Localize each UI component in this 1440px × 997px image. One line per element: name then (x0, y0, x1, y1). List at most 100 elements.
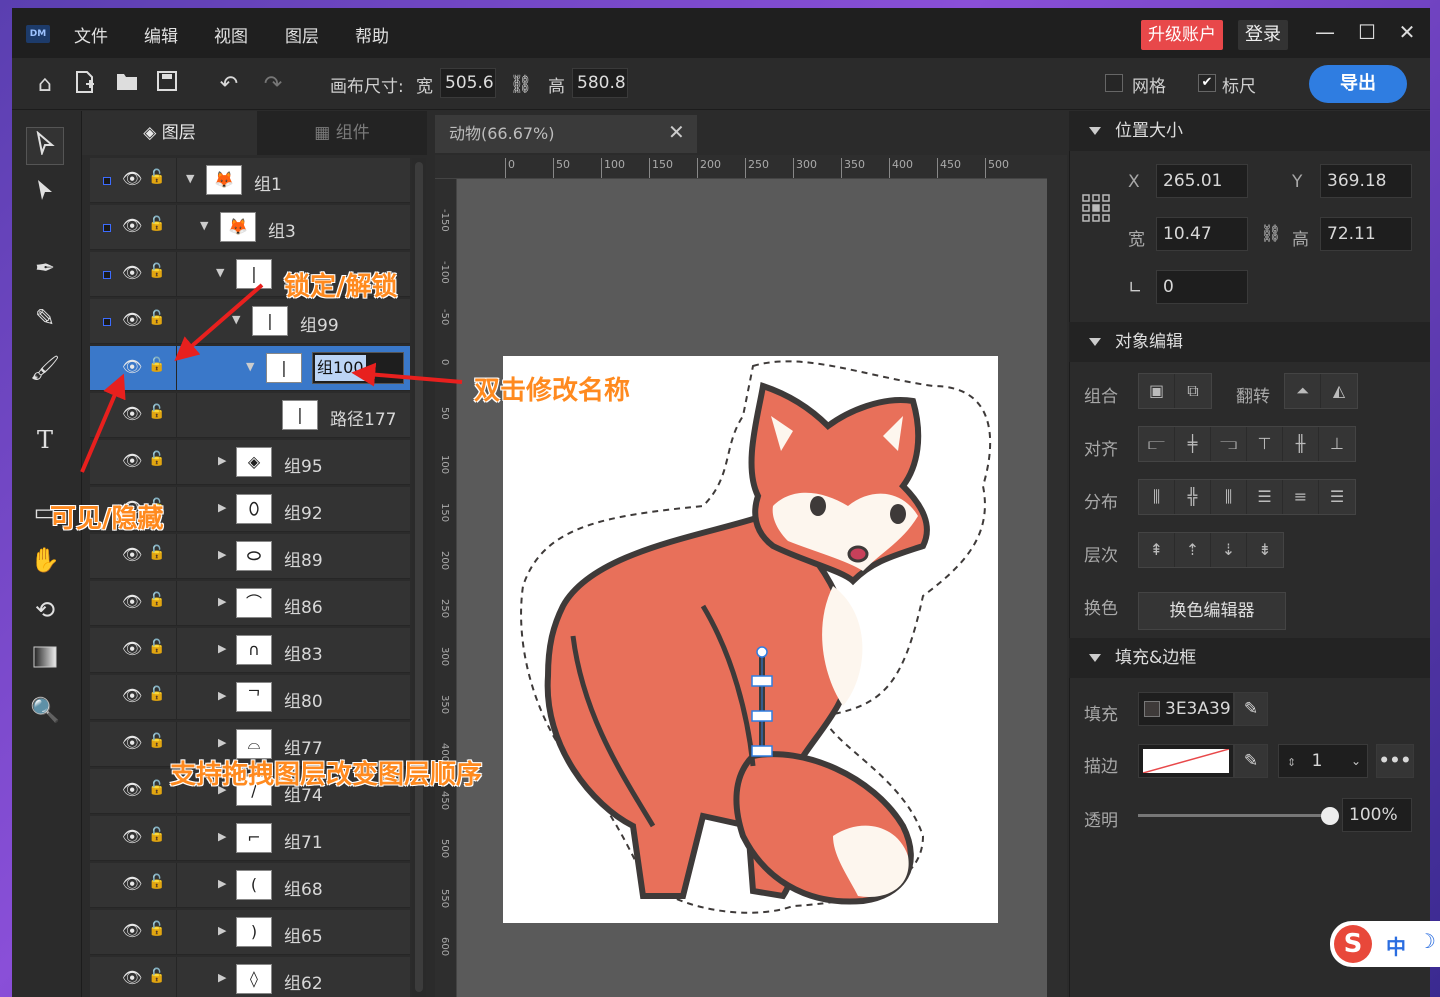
menu-file[interactable]: 文件 (74, 22, 108, 47)
ungroup-icon[interactable]: ⧉ (1175, 374, 1211, 408)
eye-icon[interactable]: 👁 (122, 968, 142, 987)
flip-vertical-icon[interactable]: ⏶ (1285, 374, 1321, 408)
chevron-down-icon[interactable]: ▼ (200, 219, 208, 232)
unlock-icon[interactable]: 🔓 (148, 968, 165, 984)
artboard[interactable] (503, 356, 998, 923)
close-tab-icon[interactable]: ✕ (668, 120, 685, 144)
unlock-icon[interactable]: 🔓 (148, 874, 165, 890)
layer-row-selected[interactable]: 👁 🔓 ▼ | 组100 (90, 346, 410, 391)
more-options-icon[interactable]: ••• (1376, 744, 1414, 778)
chevron-down-icon[interactable]: ▼ (186, 172, 194, 185)
unlock-icon[interactable]: 🔓 (148, 827, 165, 843)
tab-layers[interactable]: ◈ 图层 (82, 111, 257, 155)
home-icon[interactable]: ⌂ (30, 70, 60, 100)
unlock-icon[interactable]: 🔓 (148, 216, 165, 232)
eye-icon[interactable]: 👁 (122, 592, 142, 611)
chevron-right-icon[interactable]: ▶ (218, 595, 226, 608)
distribute-center-h-icon[interactable]: ╬ (1175, 480, 1211, 514)
unlock-icon[interactable]: 🔓 (148, 780, 165, 796)
unlock-icon[interactable]: 🔓 (148, 404, 165, 420)
layers-scrollbar-thumb[interactable] (415, 162, 423, 992)
unlock-icon[interactable]: 🔓 (148, 686, 165, 702)
distribute-right-icon[interactable]: ⫼ (1211, 480, 1247, 514)
export-button[interactable]: 导出 (1309, 65, 1407, 103)
align-center-h-icon[interactable]: ╪ (1175, 427, 1211, 461)
eye-icon[interactable]: 👁 (122, 545, 142, 564)
stroke-width-select[interactable]: ⇕ 1 ⌄ (1278, 744, 1368, 778)
distribute-middle-v-icon[interactable]: ≡ (1283, 480, 1319, 514)
undo-icon[interactable]: ↶ (214, 70, 244, 100)
layer-row[interactable]: 👁 🔓 ▶ ⬭ 组89 (90, 534, 410, 579)
chevron-down-icon[interactable]: ▼ (232, 313, 240, 326)
pen-tool-icon[interactable]: ✒ (26, 249, 64, 287)
flip-horizontal-icon[interactable]: ◭ (1321, 374, 1357, 408)
eye-icon[interactable]: 👁 (122, 639, 142, 658)
x-input[interactable]: 265.01 (1156, 164, 1248, 198)
fill-stroke-section-header[interactable]: 填充&边框 (1069, 638, 1430, 678)
layer-row[interactable]: 👁 🔓 ▶ ( 组68 (90, 863, 410, 908)
login-button[interactable]: 登录 (1238, 20, 1288, 50)
layer-row[interactable]: 👁 🔓 ▼ 🦊 组1 (90, 158, 410, 203)
unlock-icon[interactable]: 🔓 (148, 451, 165, 467)
menu-layer[interactable]: 图层 (285, 22, 319, 47)
layer-row[interactable]: 👁 🔓 ▶ ◊ 组62 (90, 957, 410, 997)
send-to-back-icon[interactable]: ⇟ (1247, 533, 1283, 567)
maximize-icon[interactable]: ☐ (1352, 20, 1382, 44)
align-left-icon[interactable]: ⫍ (1139, 427, 1175, 461)
ruler-checkbox[interactable]: ✔ (1198, 74, 1216, 92)
close-icon[interactable]: ✕ (1392, 20, 1422, 44)
send-backward-icon[interactable]: ⇣ (1211, 533, 1247, 567)
bring-forward-icon[interactable]: ⇡ (1175, 533, 1211, 567)
canvas-height-input[interactable]: 580.8 (572, 68, 628, 98)
height-input[interactable]: 72.11 (1320, 217, 1412, 251)
layer-row[interactable]: 👁 🔓 ▶ ᄀ 组80 (90, 675, 410, 720)
angle-input[interactable]: 0 (1156, 270, 1248, 304)
eye-icon[interactable]: 👁 (122, 216, 142, 235)
eye-icon[interactable]: 👁 (122, 169, 142, 188)
unlock-icon[interactable]: 🔓 (148, 545, 165, 561)
unlock-icon[interactable]: 🔓 (148, 639, 165, 655)
select-tool-icon[interactable] (26, 175, 64, 213)
gradient-tool-icon[interactable] (26, 641, 64, 679)
eye-icon[interactable]: 👁 (122, 733, 142, 752)
unlock-icon[interactable]: 🔓 (148, 357, 165, 373)
eye-icon[interactable]: 👁 (122, 310, 142, 329)
align-top-icon[interactable]: ⊤ (1247, 427, 1283, 461)
zoom-tool-icon[interactable]: 🔍 (26, 691, 64, 729)
chevron-right-icon[interactable]: ▶ (218, 548, 226, 561)
unlock-icon[interactable]: 🔓 (148, 310, 165, 326)
layer-row[interactable]: 👁 🔓 ▼ | 组99 (90, 299, 410, 344)
stroke-color-input[interactable] (1138, 744, 1234, 778)
redo-icon[interactable]: ↷ (258, 70, 288, 100)
link-ratio-icon[interactable]: ⛓ (1260, 224, 1282, 244)
text-tool-icon[interactable]: T (26, 421, 64, 459)
unlock-icon[interactable]: 🔓 (148, 263, 165, 279)
layer-row[interactable]: 👁 🔓 ▼ 🦊 组3 (90, 205, 410, 250)
opacity-input[interactable]: 100% (1342, 798, 1412, 832)
eye-icon[interactable]: 👁 (122, 827, 142, 846)
moon-icon[interactable]: ☽ (1418, 929, 1436, 953)
layers-scrollbar[interactable] (412, 158, 426, 997)
position-size-section-header[interactable]: 位置大小 (1069, 111, 1430, 151)
eye-icon[interactable]: 👁 (122, 357, 142, 376)
unlock-icon[interactable]: 🔓 (148, 592, 165, 608)
layer-row[interactable]: 👁 🔓 | 路径177 (90, 393, 410, 438)
chevron-right-icon[interactable]: ▶ (218, 454, 226, 467)
unlock-icon[interactable]: 🔓 (148, 169, 165, 185)
pen-curve-tool-icon[interactable]: ✎ (26, 299, 64, 337)
opacity-slider-track[interactable] (1138, 814, 1330, 817)
chevron-right-icon[interactable]: ▶ (218, 830, 226, 843)
anchor-grid-icon[interactable] (1082, 194, 1110, 222)
layer-rename-input[interactable]: 组100 (312, 352, 404, 384)
recolor-editor-button[interactable]: 换色编辑器 (1138, 592, 1286, 630)
layer-row[interactable]: 👁 🔓 ▶ ) 组65 (90, 910, 410, 955)
chevron-right-icon[interactable]: ▶ (218, 642, 226, 655)
document-tab[interactable]: 动物(66.67%) (435, 115, 697, 153)
chevron-down-icon[interactable]: ⌄ (1351, 745, 1361, 777)
new-file-icon[interactable] (70, 70, 100, 100)
fill-color-input[interactable]: 3E3A39 (1138, 692, 1234, 726)
stroke-eyedropper-icon[interactable]: ✎ (1234, 744, 1268, 778)
opacity-slider-handle[interactable] (1321, 807, 1339, 825)
align-right-icon[interactable]: ⫎ (1211, 427, 1247, 461)
chevron-right-icon[interactable]: ▶ (218, 971, 226, 984)
